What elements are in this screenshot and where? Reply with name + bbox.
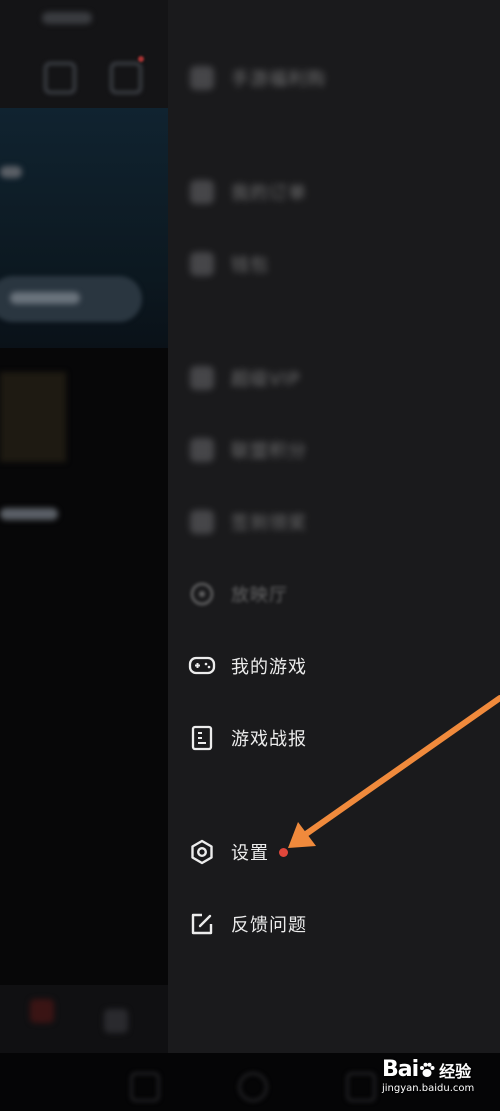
menu-item-label: 游戏战报 [231,729,307,750]
menu-item-label: 设置 [231,843,269,864]
edit-icon [188,910,216,938]
cinema-icon [188,580,216,608]
menu-item-checkin[interactable]: 签到领奖 [188,502,307,542]
background-notification-dot [138,56,144,62]
background-caption [0,508,58,520]
vip-icon [188,364,216,392]
baidu-jingyan-watermark: Bai 经验 jingyan.baidu.com [382,1057,494,1103]
gift-icon [188,64,216,92]
menu-item-label: 钱包 [231,255,269,276]
bottom-navigation [0,985,168,1053]
menu-item-points[interactable]: 联盟积分 [188,430,307,470]
wallet-icon [188,250,216,278]
menu-item-settings[interactable]: 设置 [188,832,288,872]
settings-icon [188,838,216,866]
menu-item-label: 反馈问题 [231,915,307,936]
settings-badge-dot [279,847,288,857]
back-icon[interactable] [346,1072,376,1102]
nav-tab-icon[interactable] [104,1009,128,1033]
home-icon[interactable] [238,1072,268,1102]
baidu-logo: Bai 经验 [382,1057,494,1082]
menu-item-label: 我的订单 [231,183,307,204]
menu-item-mobile-welfare[interactable]: 手游福利购 [188,58,326,98]
menu-item-my-games[interactable]: 我的游戏 [188,646,307,686]
report-icon [188,724,216,752]
watermark-brand: 经验 [439,1061,472,1081]
status-time [42,12,92,24]
menu-item-cinema[interactable]: 放映厅 [188,574,288,614]
menu-item-label: 手游福利购 [231,69,326,90]
menu-item-orders[interactable]: 我的订单 [188,172,307,212]
background-pill-text [10,292,80,304]
baidu-logo-bai: Bai [382,1057,419,1082]
checkin-icon [188,508,216,536]
side-drawer: 手游福利购 我的订单 钱包 超级VIP 联盟积分 签到领奖 放映厅 我的游戏 游… [168,0,500,1053]
menu-item-label: 放映厅 [231,585,288,606]
menu-item-wallet[interactable]: 钱包 [188,244,269,284]
menu-item-feedback[interactable]: 反馈问题 [188,904,307,944]
background-banner-text [0,166,22,178]
order-icon [188,178,216,206]
menu-item-label: 超级VIP [231,369,301,390]
menu-item-vip[interactable]: 超级VIP [188,358,300,398]
menu-item-label: 我的游戏 [231,657,307,678]
paw-icon [420,1062,435,1077]
recent-apps-icon[interactable] [130,1072,160,1102]
background-thumbnail [0,372,66,462]
background-app-overlay[interactable] [0,0,168,985]
watermark-url: jingyan.baidu.com [382,1083,475,1094]
background-notification-icon [110,62,142,94]
background-message-icon [44,62,76,94]
nav-tab-icon[interactable] [30,999,54,1023]
points-icon [188,436,216,464]
menu-item-game-report[interactable]: 游戏战报 [188,718,307,758]
menu-item-label: 签到领奖 [231,513,307,534]
menu-item-label: 联盟积分 [231,441,307,462]
gamepad-icon [188,652,216,680]
